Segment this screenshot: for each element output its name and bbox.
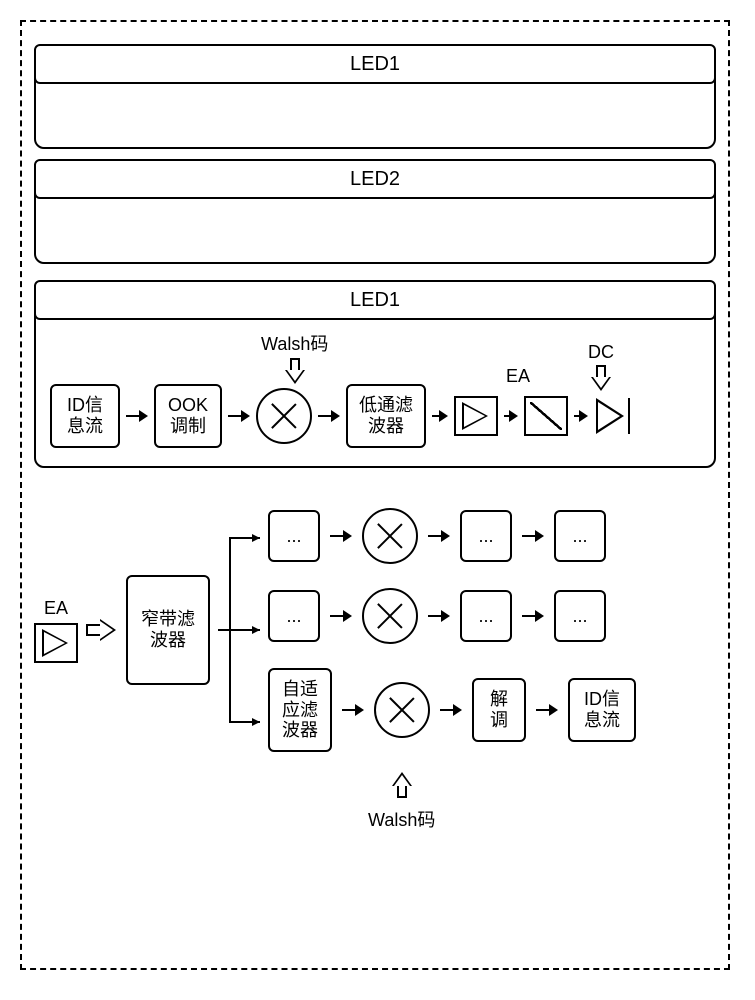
adaptive-text: 自适 应滤 波器 — [282, 679, 318, 741]
ook-block: OOK 调制 — [154, 384, 222, 448]
dots-text: ... — [478, 526, 493, 547]
led1-label: LED1 — [350, 53, 400, 76]
demod-text: 解 调 — [490, 689, 508, 730]
amplifier-icon — [34, 623, 78, 663]
ea-rx-label: EA — [44, 598, 68, 619]
arrow-right-icon — [428, 608, 450, 624]
walsh-label: Walsh码 — [261, 330, 328, 356]
lpf-text: 低通滤 波器 — [359, 395, 413, 436]
arrow-right-icon — [330, 528, 352, 544]
dots-block: ... — [268, 590, 320, 642]
arrow-right-icon — [522, 608, 544, 624]
multiplier-icon — [362, 508, 418, 564]
arrow-down-icon — [285, 358, 305, 386]
narrowband-filter-block: 窄带滤 波器 — [126, 575, 210, 685]
led2-container: LED2 — [34, 159, 716, 264]
dots-block: ... — [460, 510, 512, 562]
rx-branches: ... ... ... ... ... ... 自适 — [268, 508, 716, 752]
id-stream-out-block: ID信 息流 — [568, 678, 636, 742]
arrow-right-icon — [330, 608, 352, 624]
demod-block: 解 调 — [472, 678, 526, 742]
branch-lines — [218, 510, 260, 750]
arrow-right-icon — [318, 408, 340, 424]
diagram-frame: LED1 LED2 LED1 Walsh码 EA DC ID信 息流 — [20, 20, 730, 970]
arrow-right-icon — [228, 408, 250, 424]
lpf-block: 低通滤 波器 — [346, 384, 426, 448]
led-emitter-icon — [594, 396, 634, 436]
dots-block: ... — [554, 590, 606, 642]
rx-chain: EA 窄带滤 波器 ... ... ... — [34, 508, 716, 752]
nbf-text: 窄带滤 波器 — [141, 609, 195, 650]
tx-chain: ID信 息流 OOK 调制 低通滤 波器 — [50, 384, 700, 448]
walsh-rx-group: Walsh码 — [368, 770, 435, 832]
ea-label-group: EA — [506, 366, 530, 387]
dots-text: ... — [478, 606, 493, 627]
led1-container: LED1 — [34, 44, 716, 149]
id-stream-out-text: ID信 息流 — [584, 689, 620, 730]
arrow-right-icon — [432, 408, 448, 424]
ook-text: OOK 调制 — [168, 395, 208, 436]
arrow-down-icon — [591, 365, 611, 393]
arrow-right-icon — [574, 408, 588, 424]
arrow-right-hollow-icon — [86, 619, 118, 641]
rx-branch-1: ... ... ... — [268, 508, 716, 564]
arrow-right-icon — [536, 702, 558, 718]
rx-branch-2: ... ... ... — [268, 588, 716, 644]
arrow-right-icon — [428, 528, 450, 544]
dots-text: ... — [572, 526, 587, 547]
id-stream-text: ID信 息流 — [67, 395, 103, 436]
arrow-right-icon — [504, 408, 518, 424]
walsh-input-group: Walsh码 — [261, 330, 328, 386]
led2-label: LED2 — [350, 168, 400, 191]
dc-input-group: DC — [588, 342, 614, 393]
arrow-right-icon — [522, 528, 544, 544]
dots-block: ... — [268, 510, 320, 562]
ea-label: EA — [506, 366, 530, 387]
arrow-right-icon — [126, 408, 148, 424]
arrow-up-icon — [392, 770, 412, 798]
multiplier-icon — [362, 588, 418, 644]
bias-tee-icon — [524, 396, 568, 436]
dots-block: ... — [460, 590, 512, 642]
led1-detail-label: LED1 — [350, 289, 400, 312]
id-stream-block: ID信 息流 — [50, 384, 120, 448]
arrow-right-icon — [440, 702, 462, 718]
dots-text: ... — [286, 606, 301, 627]
dots-block: ... — [554, 510, 606, 562]
adaptive-filter-block: 自适 应滤 波器 — [268, 668, 332, 752]
rx-branch-3: 自适 应滤 波器 解 调 ID信 息流 — [268, 668, 716, 752]
rx-input: EA — [34, 598, 78, 663]
led1-bar: LED1 — [34, 44, 716, 84]
dc-label: DC — [588, 342, 614, 363]
walsh-rx-label: Walsh码 — [368, 806, 435, 832]
led1-detail-bar: LED1 — [34, 280, 716, 320]
dots-text: ... — [572, 606, 587, 627]
led1-detail-container: LED1 Walsh码 EA DC ID信 息流 OOK 调制 — [34, 280, 716, 468]
multiplier-icon — [256, 388, 312, 444]
multiplier-icon — [374, 682, 430, 738]
amplifier-icon — [454, 396, 498, 436]
led2-bar: LED2 — [34, 159, 716, 199]
arrow-right-icon — [342, 702, 364, 718]
dots-text: ... — [286, 526, 301, 547]
